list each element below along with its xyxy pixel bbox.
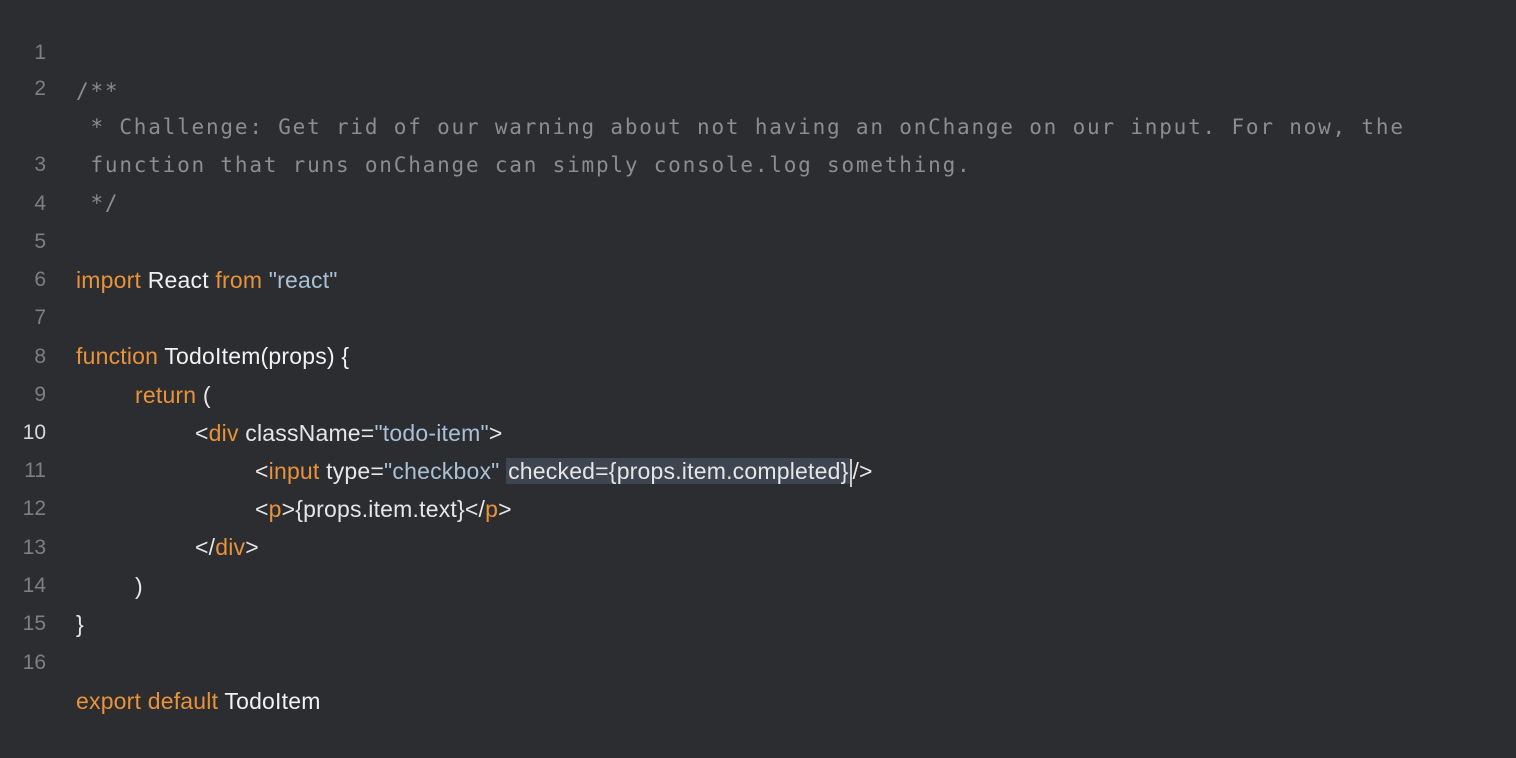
identifier: TodoItem (224, 688, 321, 714)
code-line: 11 <p>{props.item.text}</p> (0, 414, 1516, 522)
code-line: 7 function TodoItem(props) { (0, 261, 1516, 369)
code-line: 12 </div> (0, 452, 1516, 560)
code-line: 4 (0, 147, 1516, 215)
code-editor[interactable]: 1 /** 2 * Challenge: Get rid of our warn… (0, 0, 1516, 714)
code-line: 3 */ (0, 108, 1516, 215)
code-line-active: 10 <input type="checkbox" checked={props… (0, 376, 1516, 487)
code-line: 5 import React from "react" (0, 185, 1516, 293)
code-line: 13 ) (0, 491, 1516, 599)
code-line: 15 (0, 567, 1516, 635)
code-line: 6 (0, 223, 1516, 291)
code-line-wrapped: function that runs onChange can simply c… (0, 70, 1516, 177)
code-line: 8 return ( (0, 300, 1516, 408)
keyword-default: default (147, 688, 219, 714)
keyword-export: export (76, 688, 142, 714)
code-line: 9 <div className="todo-item"> (0, 338, 1516, 446)
code-line: 14 } (0, 529, 1516, 637)
code-line: 1 /** (0, 0, 1516, 103)
code-line: 16 export default TodoItem (0, 606, 1516, 714)
code-line: 2 * Challenge: Get rid of our warning ab… (0, 32, 1516, 139)
code-text: export default TodoItem (76, 682, 321, 720)
